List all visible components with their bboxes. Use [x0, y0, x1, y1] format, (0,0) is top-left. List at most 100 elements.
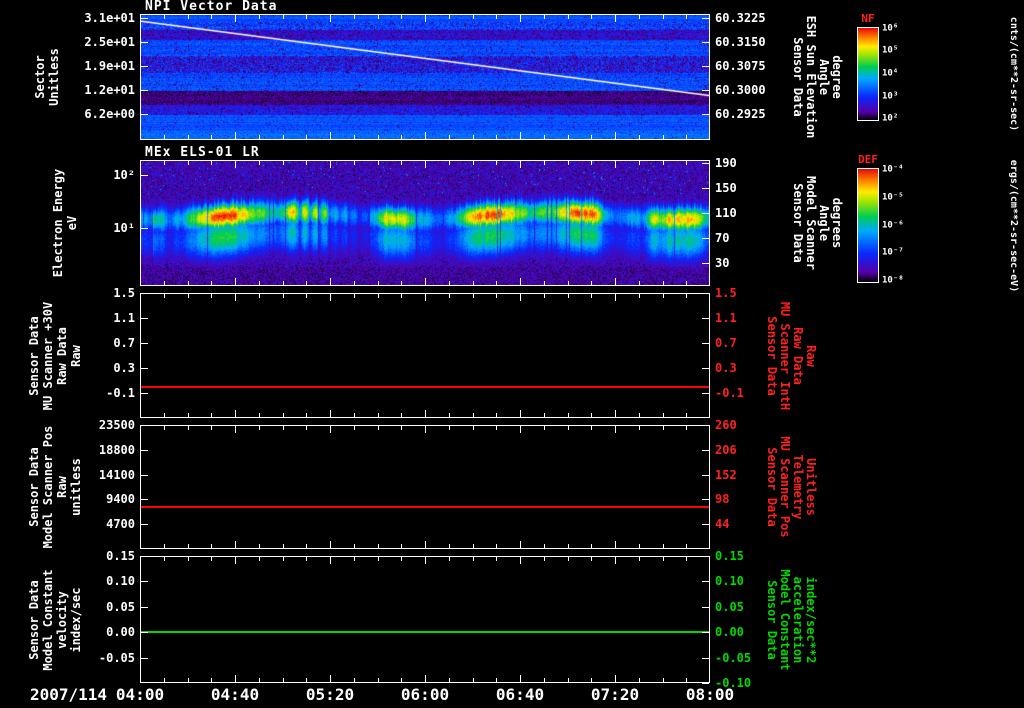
x-tick-mark: [686, 135, 687, 139]
colorbar-gradient: [858, 28, 878, 120]
right-y-tick-mark: [702, 263, 709, 264]
x-axis-time-label: 04:00: [115, 685, 165, 704]
y-axis-title-line: Sensor Data: [27, 579, 41, 660]
y-tick-label: -0.05: [98, 650, 135, 665]
y-tick-label: 0.7: [113, 336, 135, 350]
series-line-scanner-pos: [141, 506, 709, 508]
right-y-tick-mark: [702, 66, 709, 67]
right-y-tick-mark: [702, 658, 709, 659]
x-tick-mark: [283, 294, 284, 298]
x-tick-mark: [449, 426, 450, 430]
x-tick-mark: [520, 161, 521, 168]
x-tick-mark: [496, 678, 497, 682]
y-axis-title-line: Model Constant: [41, 568, 55, 671]
y-tick-mark: [141, 175, 148, 176]
x-tick-mark: [473, 161, 474, 165]
y-tick-mark: [141, 293, 148, 294]
x-tick-mark: [283, 135, 284, 139]
x-tick-mark: [615, 426, 616, 433]
x-tick-mark: [449, 294, 450, 298]
y-tick-label: 18800: [98, 442, 135, 457]
colorbar-label: NF: [861, 12, 875, 25]
x-tick-mark: [496, 15, 497, 19]
y-axis-title-line: Sensor Data: [27, 447, 41, 527]
right-y-tick-mark: [702, 581, 709, 582]
colorbar-tick-label: 10²: [882, 113, 899, 124]
x-tick-mark: [164, 281, 165, 285]
x-tick-mark: [449, 678, 450, 682]
x-tick-mark: [520, 278, 521, 285]
right-axis-title-line: Sensor Data: [791, 37, 805, 117]
x-tick-mark: [164, 678, 165, 682]
right-y-tick-mark: [702, 42, 709, 43]
right-y-tick-label: 44: [715, 517, 730, 532]
x-tick-mark: [401, 557, 402, 561]
y-tick-label: 0.05: [106, 599, 135, 614]
x-tick-mark: [283, 557, 284, 561]
x-tick-mark: [568, 413, 569, 417]
y-tick-label: 0.10: [106, 574, 135, 589]
x-tick-mark: [591, 544, 592, 548]
right-y-tick-mark: [702, 556, 709, 557]
x-tick-mark: [520, 426, 521, 433]
y-axis-title-line: unitless: [69, 458, 83, 516]
x-tick-mark: [520, 557, 521, 564]
x-tick-mark: [425, 675, 426, 682]
x-tick-mark: [354, 161, 355, 165]
right-axis-title-line: degrees: [830, 197, 844, 249]
x-tick-mark: [330, 675, 331, 682]
right-axis-title-line: Telemetry: [791, 454, 805, 520]
x-tick-mark: [473, 294, 474, 298]
series-line-model-constant: [141, 631, 709, 633]
x-tick-mark: [164, 135, 165, 139]
x-tick-mark: [164, 544, 165, 548]
x-tick-mark: [639, 544, 640, 548]
y-tick-mark: [141, 114, 148, 115]
x-tick-mark: [354, 294, 355, 298]
y-tick-label: 0.3: [113, 361, 135, 375]
x-tick-mark: [306, 161, 307, 165]
x-tick-mark: [663, 413, 664, 417]
x-tick-mark: [449, 15, 450, 19]
colorbar-tick-label: 10³: [882, 91, 899, 102]
x-tick-mark: [164, 15, 165, 19]
x-tick-mark: [544, 281, 545, 285]
y-axis-title-line: index/sec: [69, 586, 83, 653]
x-tick-mark: [330, 557, 331, 564]
x-tick-mark: [211, 678, 212, 682]
x-tick-mark: [544, 678, 545, 682]
x-tick-mark: [496, 557, 497, 561]
x-tick-mark: [425, 541, 426, 548]
y-tick-label: 23500: [98, 418, 135, 432]
colorbar-units-label: ergs/(cm**2-sr-sec-eV): [1008, 159, 1019, 292]
x-tick-mark: [306, 557, 307, 561]
x-tick-mark: [686, 413, 687, 417]
x-tick-mark: [686, 281, 687, 285]
x-tick-mark: [663, 135, 664, 139]
x-tick-mark: [306, 135, 307, 139]
x-tick-mark: [591, 678, 592, 682]
right-axis-title-line: Sensor Data: [765, 447, 779, 527]
y-tick-label: -0.1: [106, 386, 135, 400]
right-y-tick-label: 30: [715, 256, 730, 271]
y-axis-title-line: MU Scanner +30V: [41, 301, 55, 410]
colorbar-tick-label: 10⁻⁴: [882, 164, 904, 175]
y-tick-mark: [141, 632, 148, 633]
x-tick-mark: [544, 135, 545, 139]
x-tick-mark: [615, 675, 616, 682]
right-axis-title-line: Sensor Data: [791, 183, 805, 263]
x-tick-mark: [615, 161, 616, 168]
x-tick-mark: [235, 161, 236, 168]
right-axis-title-line: Model Scanner: [804, 176, 818, 270]
x-tick-mark: [378, 15, 379, 19]
x-tick-mark: [615, 557, 616, 564]
x-tick-mark: [259, 544, 260, 548]
right-axis-title-line: Angle: [817, 204, 831, 242]
x-tick-mark: [663, 678, 664, 682]
x-tick-mark: [259, 135, 260, 139]
x-tick-mark: [401, 15, 402, 19]
y-tick-mark: [141, 228, 148, 229]
x-tick-mark: [473, 281, 474, 285]
x-tick-mark: [568, 678, 569, 682]
npi-spectrogram-canvas: [141, 15, 709, 139]
